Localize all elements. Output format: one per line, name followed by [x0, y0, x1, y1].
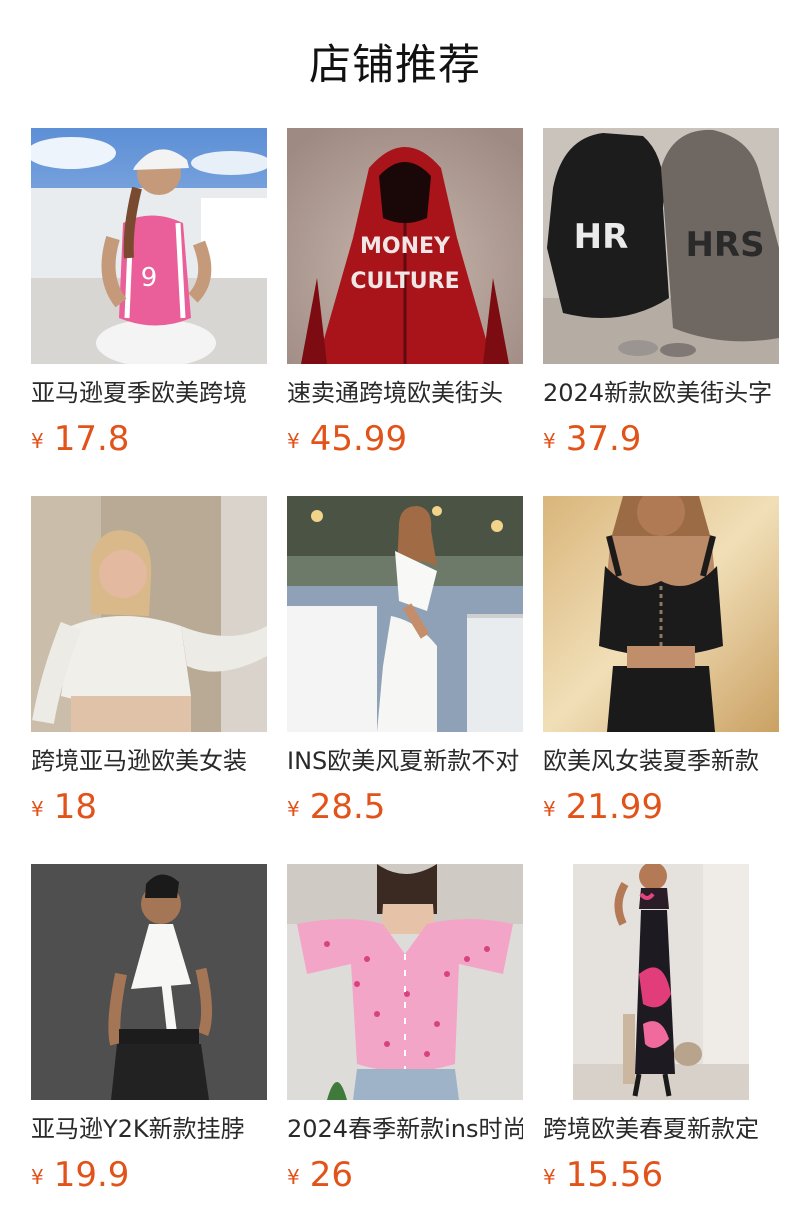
price-amount: 15.56 [565, 1155, 664, 1195]
currency-symbol: ¥ [31, 1165, 44, 1189]
product-card[interactable]: 欧美风女装夏季新款 ¥21.99 [543, 496, 779, 832]
currency-symbol: ¥ [543, 429, 556, 453]
product-card[interactable]: INS欧美风夏新款不对 ¥28.5 [287, 496, 523, 832]
currency-symbol: ¥ [543, 1165, 556, 1189]
product-price: ¥21.99 [543, 786, 779, 828]
black-corset-top-photo-icon[interactable] [543, 496, 779, 732]
product-price: ¥18 [31, 786, 267, 828]
product-card[interactable]: 亚马逊Y2K新款挂脖 ¥19.9 [31, 864, 267, 1200]
product-card[interactable]: 跨境亚马逊欧美女装 ¥18 [31, 496, 267, 832]
product-card[interactable]: MONEY CULTURE 速卖通跨境欧美街头 ¥45.99 [287, 128, 523, 464]
product-price: ¥17.8 [31, 418, 267, 460]
svg-text:9: 9 [141, 263, 158, 293]
white-crop-top-photo-icon[interactable] [31, 496, 267, 732]
price-amount: 28.5 [309, 787, 386, 827]
product-card[interactable]: 2024春季新款ins时尚 ¥26 [287, 864, 523, 1200]
price-amount: 26 [309, 1155, 353, 1195]
product-name[interactable]: 亚马逊Y2K新款挂脖 [31, 1114, 267, 1144]
page-title: 店铺推荐 [308, 40, 481, 89]
price-amount: 21.99 [565, 787, 664, 827]
product-name[interactable]: INS欧美风夏新款不对 [287, 746, 523, 776]
product-name[interactable]: 2024春季新款ins时尚 [287, 1114, 523, 1144]
product-price: ¥37.9 [543, 418, 779, 460]
currency-symbol: ¥ [31, 429, 44, 453]
product-price: ¥45.99 [287, 418, 523, 460]
product-price: ¥26 [287, 1154, 523, 1196]
currency-symbol: ¥ [287, 797, 300, 821]
product-price: ¥15.56 [543, 1154, 779, 1196]
currency-symbol: ¥ [543, 797, 556, 821]
price-amount: 18 [53, 787, 97, 827]
product-name[interactable]: 跨境欧美春夏新款定 [543, 1114, 779, 1144]
product-name[interactable]: 2024新款欧美街头字 [543, 378, 779, 408]
floral-skirt-set-photo-icon[interactable] [543, 864, 779, 1100]
svg-text:MONEY: MONEY [360, 234, 451, 259]
product-price: ¥19.9 [31, 1154, 267, 1196]
price-amount: 37.9 [565, 419, 642, 459]
product-card[interactable]: 9 亚马逊夏季欧美跨境 ¥17.8 [31, 128, 267, 464]
svg-text:HRS: HRS [685, 225, 764, 265]
svg-text:CULTURE: CULTURE [350, 269, 459, 294]
product-card[interactable]: HR HRS 2024新款欧美街头字 ¥37.9 [543, 128, 779, 464]
store-recommendations-page: 店铺推荐 9 亚马逊夏季欧美跨境 ¥ 17.8 MONEY CULTURE 速卖… [0, 0, 790, 1232]
pink-floral-cardigan-photo-icon[interactable] [287, 864, 523, 1100]
currency-symbol: ¥ [287, 429, 300, 453]
product-name[interactable]: 速卖通跨境欧美街头 [287, 378, 523, 408]
pink-tank-top-photo-icon[interactable]: 9 [31, 128, 267, 364]
product-grid: 9 亚马逊夏季欧美跨境 ¥17.8 MONEY CULTURE 速卖通跨境欧美街… [31, 128, 779, 1200]
product-name[interactable]: 欧美风女装夏季新款 [543, 746, 779, 776]
currency-symbol: ¥ [287, 1165, 300, 1189]
price-amount: 19.9 [53, 1155, 130, 1195]
white-cutout-dress-photo-icon[interactable] [287, 496, 523, 732]
currency-symbol: ¥ [31, 797, 44, 821]
price-amount: 17.8 [53, 419, 130, 459]
red-hoodie-photo-icon[interactable]: MONEY CULTURE [287, 128, 523, 364]
white-halter-top-photo-icon[interactable] [31, 864, 267, 1100]
product-card[interactable]: 跨境欧美春夏新款定 ¥15.56 [543, 864, 779, 1200]
product-price: ¥28.5 [287, 786, 523, 828]
price-amount: 45.99 [309, 419, 408, 459]
graphic-hoodies-photo-icon[interactable]: HR HRS [543, 128, 779, 364]
product-name[interactable]: 亚马逊夏季欧美跨境 [31, 378, 267, 408]
product-name[interactable]: 跨境亚马逊欧美女装 [31, 746, 267, 776]
svg-text:HR: HR [574, 217, 629, 257]
